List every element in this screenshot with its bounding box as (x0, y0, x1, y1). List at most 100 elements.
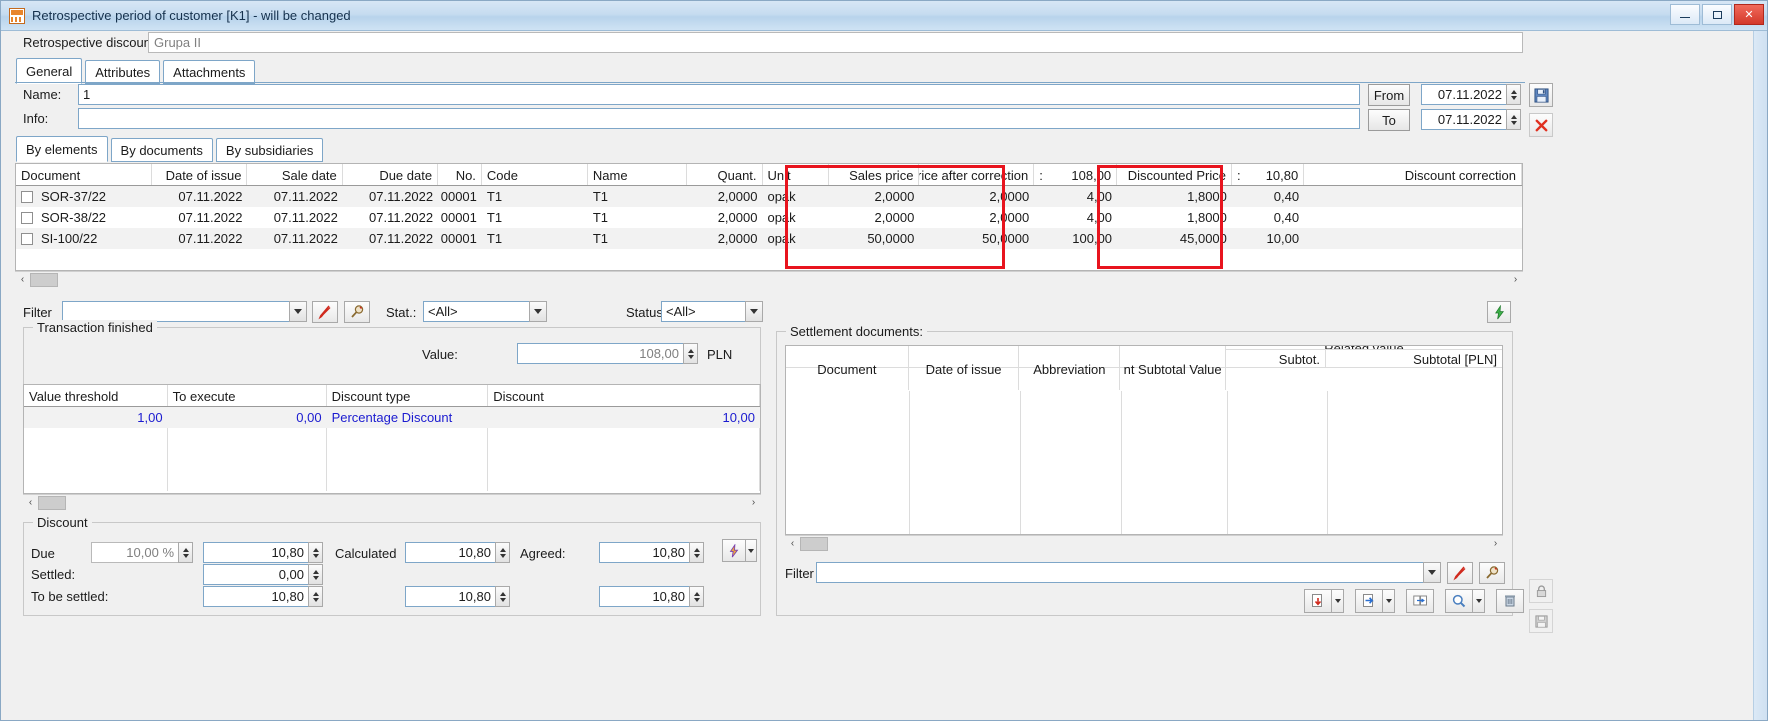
discount-due-amount-spin-buttons[interactable] (308, 542, 323, 563)
to-date-value[interactable]: 07.11.2022 (1421, 109, 1506, 130)
discount-due-amount-stepper[interactable]: 10,80 (203, 542, 323, 563)
discount-settled-amount-stepper[interactable]: 0,00 (203, 564, 323, 585)
settlement-build-filter-button[interactable] (1479, 562, 1505, 584)
stat-combo[interactable]: <All> (423, 301, 547, 322)
from-date-value[interactable]: 07.11.2022 (1421, 84, 1506, 105)
to-date-spin-buttons[interactable] (1506, 109, 1521, 130)
from-button[interactable]: From (1368, 84, 1410, 106)
to-button[interactable]: To (1368, 109, 1410, 131)
subtab-by-elements[interactable]: By elements (16, 136, 108, 162)
discount-due-percent-stepper[interactable]: 10,00 % (91, 542, 193, 563)
settlement-filter-value[interactable] (816, 562, 1423, 583)
discount-to-be-settled-calculated-stepper[interactable]: 10,80 (405, 586, 510, 607)
tab-attachments[interactable]: Attachments (163, 60, 256, 84)
thresholds-col-0[interactable]: Value threshold (24, 385, 168, 406)
stat-combo-chevron-down-icon[interactable] (529, 301, 547, 322)
elements-col-subtotal_value[interactable]: : 108,00 (1034, 164, 1118, 185)
settlement-col-document[interactable]: Document (786, 346, 909, 390)
discount-due-percent-value[interactable]: 10,00 % (91, 542, 178, 563)
thresholds-scroll-right-arrow-icon[interactable]: › (746, 495, 761, 510)
discount-settled-amount-spin-buttons[interactable] (308, 564, 323, 585)
thresholds-col-1[interactable]: To execute (168, 385, 327, 406)
row-checkbox[interactable] (21, 211, 33, 224)
elements-col-unit[interactable]: Unit (763, 164, 830, 185)
thresholds-grid[interactable]: Value threshold To execute Discount type Di… (23, 384, 761, 494)
elements-col-quant[interactable]: Quant. (687, 164, 763, 185)
elements-scroll-thumb[interactable] (30, 272, 58, 287)
discount-to-be-settled-calculated-value[interactable]: 10,80 (405, 586, 495, 607)
preview-button[interactable] (1445, 589, 1473, 613)
transaction-value[interactable]: 108,00 (517, 343, 683, 364)
discount-calculated-stepper[interactable]: 10,80 (405, 542, 510, 563)
thresholds-scroll-thumb[interactable] (38, 495, 66, 510)
refresh-button[interactable] (1487, 301, 1511, 323)
discount-tbs-calc-spin-buttons[interactable] (495, 586, 510, 607)
filter-combo-chevron-down-icon[interactable] (289, 301, 307, 322)
elements-grid[interactable]: Document Date of issue Sale date Due date No… (15, 163, 1523, 271)
row-checkbox[interactable] (21, 190, 33, 203)
discount-settled-amount-value[interactable]: 0,00 (203, 564, 308, 585)
cancel-button[interactable] (1529, 113, 1553, 137)
from-date-stepper[interactable]: 07.11.2022 (1421, 84, 1521, 105)
subtab-by-subsidiaries[interactable]: By subsidiaries (215, 138, 324, 162)
thresholds-scroll-left-arrow-icon[interactable]: ‹ (23, 495, 38, 510)
discount-to-be-settled-amount-value[interactable]: 10,80 (203, 586, 308, 607)
settlement-col-abbreviation[interactable]: Abbreviation (1019, 346, 1121, 390)
settlement-col-date-of-issue[interactable]: Date of issue (909, 346, 1020, 390)
thresholds-grid-hscrollbar[interactable]: ‹ › (23, 494, 761, 510)
discount-due-amount-value[interactable]: 10,80 (203, 542, 308, 563)
discount-to-be-settled-amount-stepper[interactable]: 10,80 (203, 586, 323, 607)
discount-to-be-settled-spin-buttons[interactable] (308, 586, 323, 607)
preview-dropdown[interactable] (1473, 589, 1485, 613)
discount-calculate-button[interactable] (722, 539, 746, 562)
discount-agreed-stepper[interactable]: 10,80 (599, 542, 704, 563)
discount-agreed-value[interactable]: 10,80 (599, 542, 689, 563)
elements-col-sales_price[interactable]: Sales price (829, 164, 920, 185)
floppy-small-button[interactable] (1529, 609, 1553, 633)
to-date-stepper[interactable]: 07.11.2022 (1421, 109, 1521, 130)
thresholds-col-3[interactable]: Discount (488, 385, 760, 406)
export-document-dropdown[interactable] (1383, 589, 1395, 613)
import-document-button[interactable] (1304, 589, 1332, 613)
name-input[interactable] (78, 84, 1360, 105)
stat-combo-value[interactable]: <All> (423, 301, 529, 322)
filter-combo-value[interactable] (62, 301, 289, 322)
settlement-grid-hscrollbar[interactable]: ‹ › (785, 535, 1503, 551)
from-date-spin-buttons[interactable] (1506, 84, 1521, 105)
settlement-scroll-left-arrow-icon[interactable]: ‹ (785, 536, 800, 551)
table-row[interactable]: SOR-38/22 07.11.2022 07.11.2022 07.11.2022 0… (16, 207, 1522, 228)
import-document-dropdown[interactable] (1332, 589, 1344, 613)
thresholds-col-2[interactable]: Discount type (327, 385, 489, 406)
elements-col-date_of_issue[interactable]: Date of issue (152, 164, 248, 185)
tab-general[interactable]: General (16, 58, 83, 84)
delete-button[interactable] (1496, 589, 1524, 613)
settlement-filter-chevron-down-icon[interactable] (1423, 562, 1441, 583)
info-input[interactable] (78, 108, 1360, 129)
settlement-filter-combo[interactable] (816, 562, 1441, 583)
elements-col-name[interactable]: Name (588, 164, 687, 185)
row-checkbox[interactable] (21, 232, 33, 245)
discount-calculated-spin-buttons[interactable] (495, 542, 510, 563)
table-row[interactable]: 1,00 0,00 Percentage Discount 10,00 (24, 407, 760, 428)
discount-agreed-spin-buttons[interactable] (689, 542, 704, 563)
discount-calculate-dropdown[interactable] (746, 539, 757, 562)
subtab-by-documents[interactable]: By documents (110, 138, 213, 162)
transaction-value-spin-buttons[interactable] (683, 343, 698, 364)
table-row[interactable]: SOR-37/22 07.11.2022 07.11.2022 07.11.2022 0… (16, 186, 1522, 207)
settlement-clear-filter-button[interactable] (1447, 562, 1473, 584)
elements-col-price_after_correction[interactable]: Price after correction (919, 164, 1035, 185)
elements-col-discounted_price[interactable]: Discounted Price (1117, 164, 1232, 185)
elements-col-discount_value[interactable]: : 10,80 (1232, 164, 1305, 185)
link-documents-button[interactable] (1406, 589, 1434, 613)
scroll-left-arrow-icon[interactable]: ‹ (15, 272, 30, 287)
elements-col-discount_correction[interactable]: Discount correction (1304, 164, 1522, 185)
settlement-grid[interactable]: Document Date of issue Abbreviation nt S… (785, 345, 1503, 535)
settlement-col-subtot[interactable]: Subtot. (1226, 350, 1326, 367)
settlement-col-subtotal-value[interactable]: nt Subtotal Value (1120, 346, 1226, 390)
tab-attributes[interactable]: Attributes (85, 60, 161, 84)
elements-col-sale_date[interactable]: Sale date (247, 164, 343, 185)
discount-to-be-settled-agreed-value[interactable]: 10,80 (599, 586, 689, 607)
discount-to-be-settled-agreed-stepper[interactable]: 10,80 (599, 586, 704, 607)
status-combo-value[interactable]: <All> (661, 301, 745, 322)
settlement-scroll-right-arrow-icon[interactable]: › (1488, 536, 1503, 551)
